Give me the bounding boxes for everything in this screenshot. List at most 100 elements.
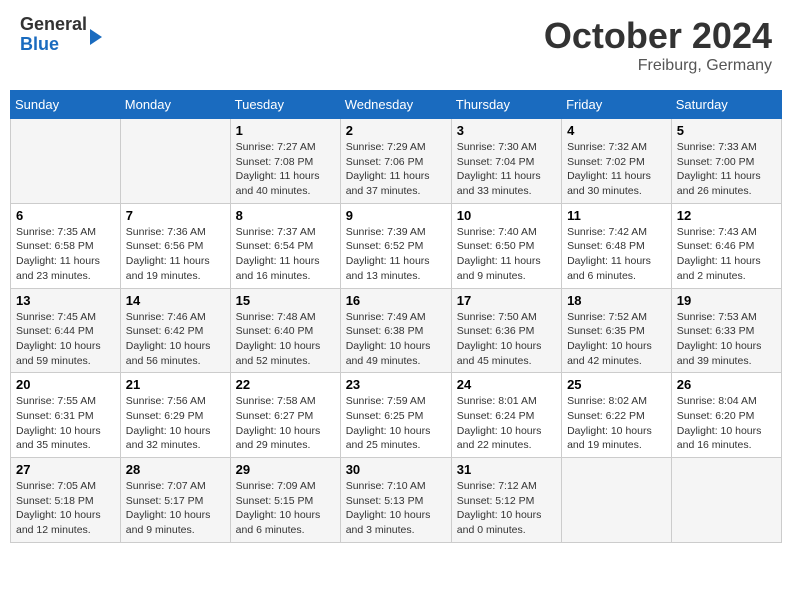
- header-thursday: Thursday: [451, 91, 561, 119]
- calendar-cell: 16 Sunrise: 7:49 AM Sunset: 6:38 PM Dayli…: [340, 288, 451, 373]
- page-header: General Blue October 2024 Freiburg, Germ…: [10, 10, 782, 80]
- calendar-cell: 5 Sunrise: 7:33 AM Sunset: 7:00 PM Daylig…: [671, 119, 781, 204]
- header-sunday: Sunday: [11, 91, 121, 119]
- day-number: 16: [346, 293, 446, 308]
- day-number: 15: [236, 293, 335, 308]
- calendar-cell: 21Sunrise: 7:56 AM Sunset: 6:29 PM Dayli…: [120, 373, 230, 458]
- calendar-cell: 11 Sunrise: 7:42 AM Sunset: 6:48 PM Dayli…: [562, 203, 672, 288]
- day-number: 26: [677, 377, 776, 392]
- calendar-cell: 4Sunrise: 7:32 AM Sunset: 7:02 PM Daylig…: [562, 119, 672, 204]
- calendar-cell: 8 Sunrise: 7:37 AM Sunset: 6:54 PM Daylig…: [230, 203, 340, 288]
- day-number: 11: [567, 208, 666, 223]
- calendar-cell: 28Sunrise: 7:07 AM Sunset: 5:17 PM Dayli…: [120, 458, 230, 543]
- calendar-table: SundayMondayTuesdayWednesdayThursdayFrid…: [10, 90, 782, 543]
- calendar-cell: 20 Sunrise: 7:55 AM Sunset: 6:31 PM Dayli…: [11, 373, 121, 458]
- day-number: 24: [457, 377, 556, 392]
- day-info: Sunrise: 7:42 AM Sunset: 6:48 PM Dayligh…: [567, 225, 666, 284]
- calendar-cell: [562, 458, 672, 543]
- day-number: 2: [346, 123, 446, 138]
- day-info: Sunrise: 7:33 AM Sunset: 7:00 PM Dayligh…: [677, 140, 776, 199]
- day-info: Sunrise: 7:48 AM Sunset: 6:40 PM Dayligh…: [236, 310, 335, 369]
- calendar-cell: 29 Sunrise: 7:09 AM Sunset: 5:15 PM Dayli…: [230, 458, 340, 543]
- calendar-cell: 15 Sunrise: 7:48 AM Sunset: 6:40 PM Dayli…: [230, 288, 340, 373]
- day-number: 27: [16, 462, 115, 477]
- calendar-week-row: 6Sunrise: 7:35 AM Sunset: 6:58 PM Daylig…: [11, 203, 782, 288]
- day-info: Sunrise: 7:05 AM Sunset: 5:18 PM Dayligh…: [16, 479, 115, 538]
- day-number: 22: [236, 377, 335, 392]
- day-info: Sunrise: 7:53 AM Sunset: 6:33 PM Dayligh…: [677, 310, 776, 369]
- calendar-cell: 14Sunrise: 7:46 AM Sunset: 6:42 PM Dayli…: [120, 288, 230, 373]
- calendar-cell: 22 Sunrise: 7:58 AM Sunset: 6:27 PM Dayli…: [230, 373, 340, 458]
- day-number: 13: [16, 293, 115, 308]
- day-number: 23: [346, 377, 446, 392]
- day-number: 3: [457, 123, 556, 138]
- day-number: 18: [567, 293, 666, 308]
- day-info: Sunrise: 7:32 AM Sunset: 7:02 PM Dayligh…: [567, 140, 666, 199]
- day-info: Sunrise: 7:55 AM Sunset: 6:31 PM Dayligh…: [16, 394, 115, 453]
- day-info: Sunrise: 7:12 AM Sunset: 5:12 PM Dayligh…: [457, 479, 556, 538]
- day-number: 19: [677, 293, 776, 308]
- day-number: 20: [16, 377, 115, 392]
- calendar-week-row: 27 Sunrise: 7:05 AM Sunset: 5:18 PM Dayli…: [11, 458, 782, 543]
- day-info: Sunrise: 7:37 AM Sunset: 6:54 PM Dayligh…: [236, 225, 335, 284]
- logo-blue-text: Blue: [20, 35, 87, 55]
- day-number: 12: [677, 208, 776, 223]
- day-number: 5: [677, 123, 776, 138]
- day-number: 1: [236, 123, 335, 138]
- day-info: Sunrise: 7:46 AM Sunset: 6:42 PM Dayligh…: [126, 310, 225, 369]
- calendar-cell: 3 Sunrise: 7:30 AM Sunset: 7:04 PM Daylig…: [451, 119, 561, 204]
- calendar-cell: 31 Sunrise: 7:12 AM Sunset: 5:12 PM Dayli…: [451, 458, 561, 543]
- calendar-week-row: 20 Sunrise: 7:55 AM Sunset: 6:31 PM Dayli…: [11, 373, 782, 458]
- day-number: 30: [346, 462, 446, 477]
- calendar-cell: 2 Sunrise: 7:29 AM Sunset: 7:06 PM Daylig…: [340, 119, 451, 204]
- day-number: 28: [126, 462, 225, 477]
- calendar-cell: 26 Sunrise: 8:04 AM Sunset: 6:20 PM Dayli…: [671, 373, 781, 458]
- calendar-week-row: 1 Sunrise: 7:27 AM Sunset: 7:08 PM Daylig…: [11, 119, 782, 204]
- day-info: Sunrise: 7:09 AM Sunset: 5:15 PM Dayligh…: [236, 479, 335, 538]
- calendar-cell: 1 Sunrise: 7:27 AM Sunset: 7:08 PM Daylig…: [230, 119, 340, 204]
- logo: General Blue: [20, 15, 102, 55]
- calendar-cell: 17 Sunrise: 7:50 AM Sunset: 6:36 PM Dayli…: [451, 288, 561, 373]
- calendar-cell: 10 Sunrise: 7:40 AM Sunset: 6:50 PM Dayli…: [451, 203, 561, 288]
- day-number: 8: [236, 208, 335, 223]
- day-number: 10: [457, 208, 556, 223]
- day-info: Sunrise: 7:30 AM Sunset: 7:04 PM Dayligh…: [457, 140, 556, 199]
- day-info: Sunrise: 7:36 AM Sunset: 6:56 PM Dayligh…: [126, 225, 225, 284]
- day-info: Sunrise: 7:35 AM Sunset: 6:58 PM Dayligh…: [16, 225, 115, 284]
- day-info: Sunrise: 7:40 AM Sunset: 6:50 PM Dayligh…: [457, 225, 556, 284]
- calendar-cell: 6Sunrise: 7:35 AM Sunset: 6:58 PM Daylig…: [11, 203, 121, 288]
- calendar-cell: 9 Sunrise: 7:39 AM Sunset: 6:52 PM Daylig…: [340, 203, 451, 288]
- header-saturday: Saturday: [671, 91, 781, 119]
- day-number: 31: [457, 462, 556, 477]
- day-info: Sunrise: 7:39 AM Sunset: 6:52 PM Dayligh…: [346, 225, 446, 284]
- calendar-cell: 24 Sunrise: 8:01 AM Sunset: 6:24 PM Dayli…: [451, 373, 561, 458]
- logo-general-text: General: [20, 15, 87, 35]
- day-info: Sunrise: 7:50 AM Sunset: 6:36 PM Dayligh…: [457, 310, 556, 369]
- day-info: Sunrise: 7:27 AM Sunset: 7:08 PM Dayligh…: [236, 140, 335, 199]
- day-number: 9: [346, 208, 446, 223]
- calendar-cell: 7 Sunrise: 7:36 AM Sunset: 6:56 PM Daylig…: [120, 203, 230, 288]
- calendar-cell: [671, 458, 781, 543]
- calendar-cell: 12Sunrise: 7:43 AM Sunset: 6:46 PM Dayli…: [671, 203, 781, 288]
- day-number: 17: [457, 293, 556, 308]
- header-wednesday: Wednesday: [340, 91, 451, 119]
- day-number: 25: [567, 377, 666, 392]
- day-info: Sunrise: 7:10 AM Sunset: 5:13 PM Dayligh…: [346, 479, 446, 538]
- calendar-cell: 18Sunrise: 7:52 AM Sunset: 6:35 PM Dayli…: [562, 288, 672, 373]
- day-info: Sunrise: 8:01 AM Sunset: 6:24 PM Dayligh…: [457, 394, 556, 453]
- calendar-subtitle: Freiburg, Germany: [544, 57, 772, 75]
- day-number: 7: [126, 208, 225, 223]
- logo-arrow-icon: [90, 29, 102, 45]
- calendar-header-row: SundayMondayTuesdayWednesdayThursdayFrid…: [11, 91, 782, 119]
- day-number: 29: [236, 462, 335, 477]
- calendar-cell: 25Sunrise: 8:02 AM Sunset: 6:22 PM Dayli…: [562, 373, 672, 458]
- day-info: Sunrise: 7:58 AM Sunset: 6:27 PM Dayligh…: [236, 394, 335, 453]
- calendar-title: October 2024: [544, 15, 772, 57]
- header-monday: Monday: [120, 91, 230, 119]
- day-info: Sunrise: 8:04 AM Sunset: 6:20 PM Dayligh…: [677, 394, 776, 453]
- day-info: Sunrise: 7:49 AM Sunset: 6:38 PM Dayligh…: [346, 310, 446, 369]
- day-info: Sunrise: 7:29 AM Sunset: 7:06 PM Dayligh…: [346, 140, 446, 199]
- header-friday: Friday: [562, 91, 672, 119]
- calendar-cell: [120, 119, 230, 204]
- calendar-cell: 19 Sunrise: 7:53 AM Sunset: 6:33 PM Dayli…: [671, 288, 781, 373]
